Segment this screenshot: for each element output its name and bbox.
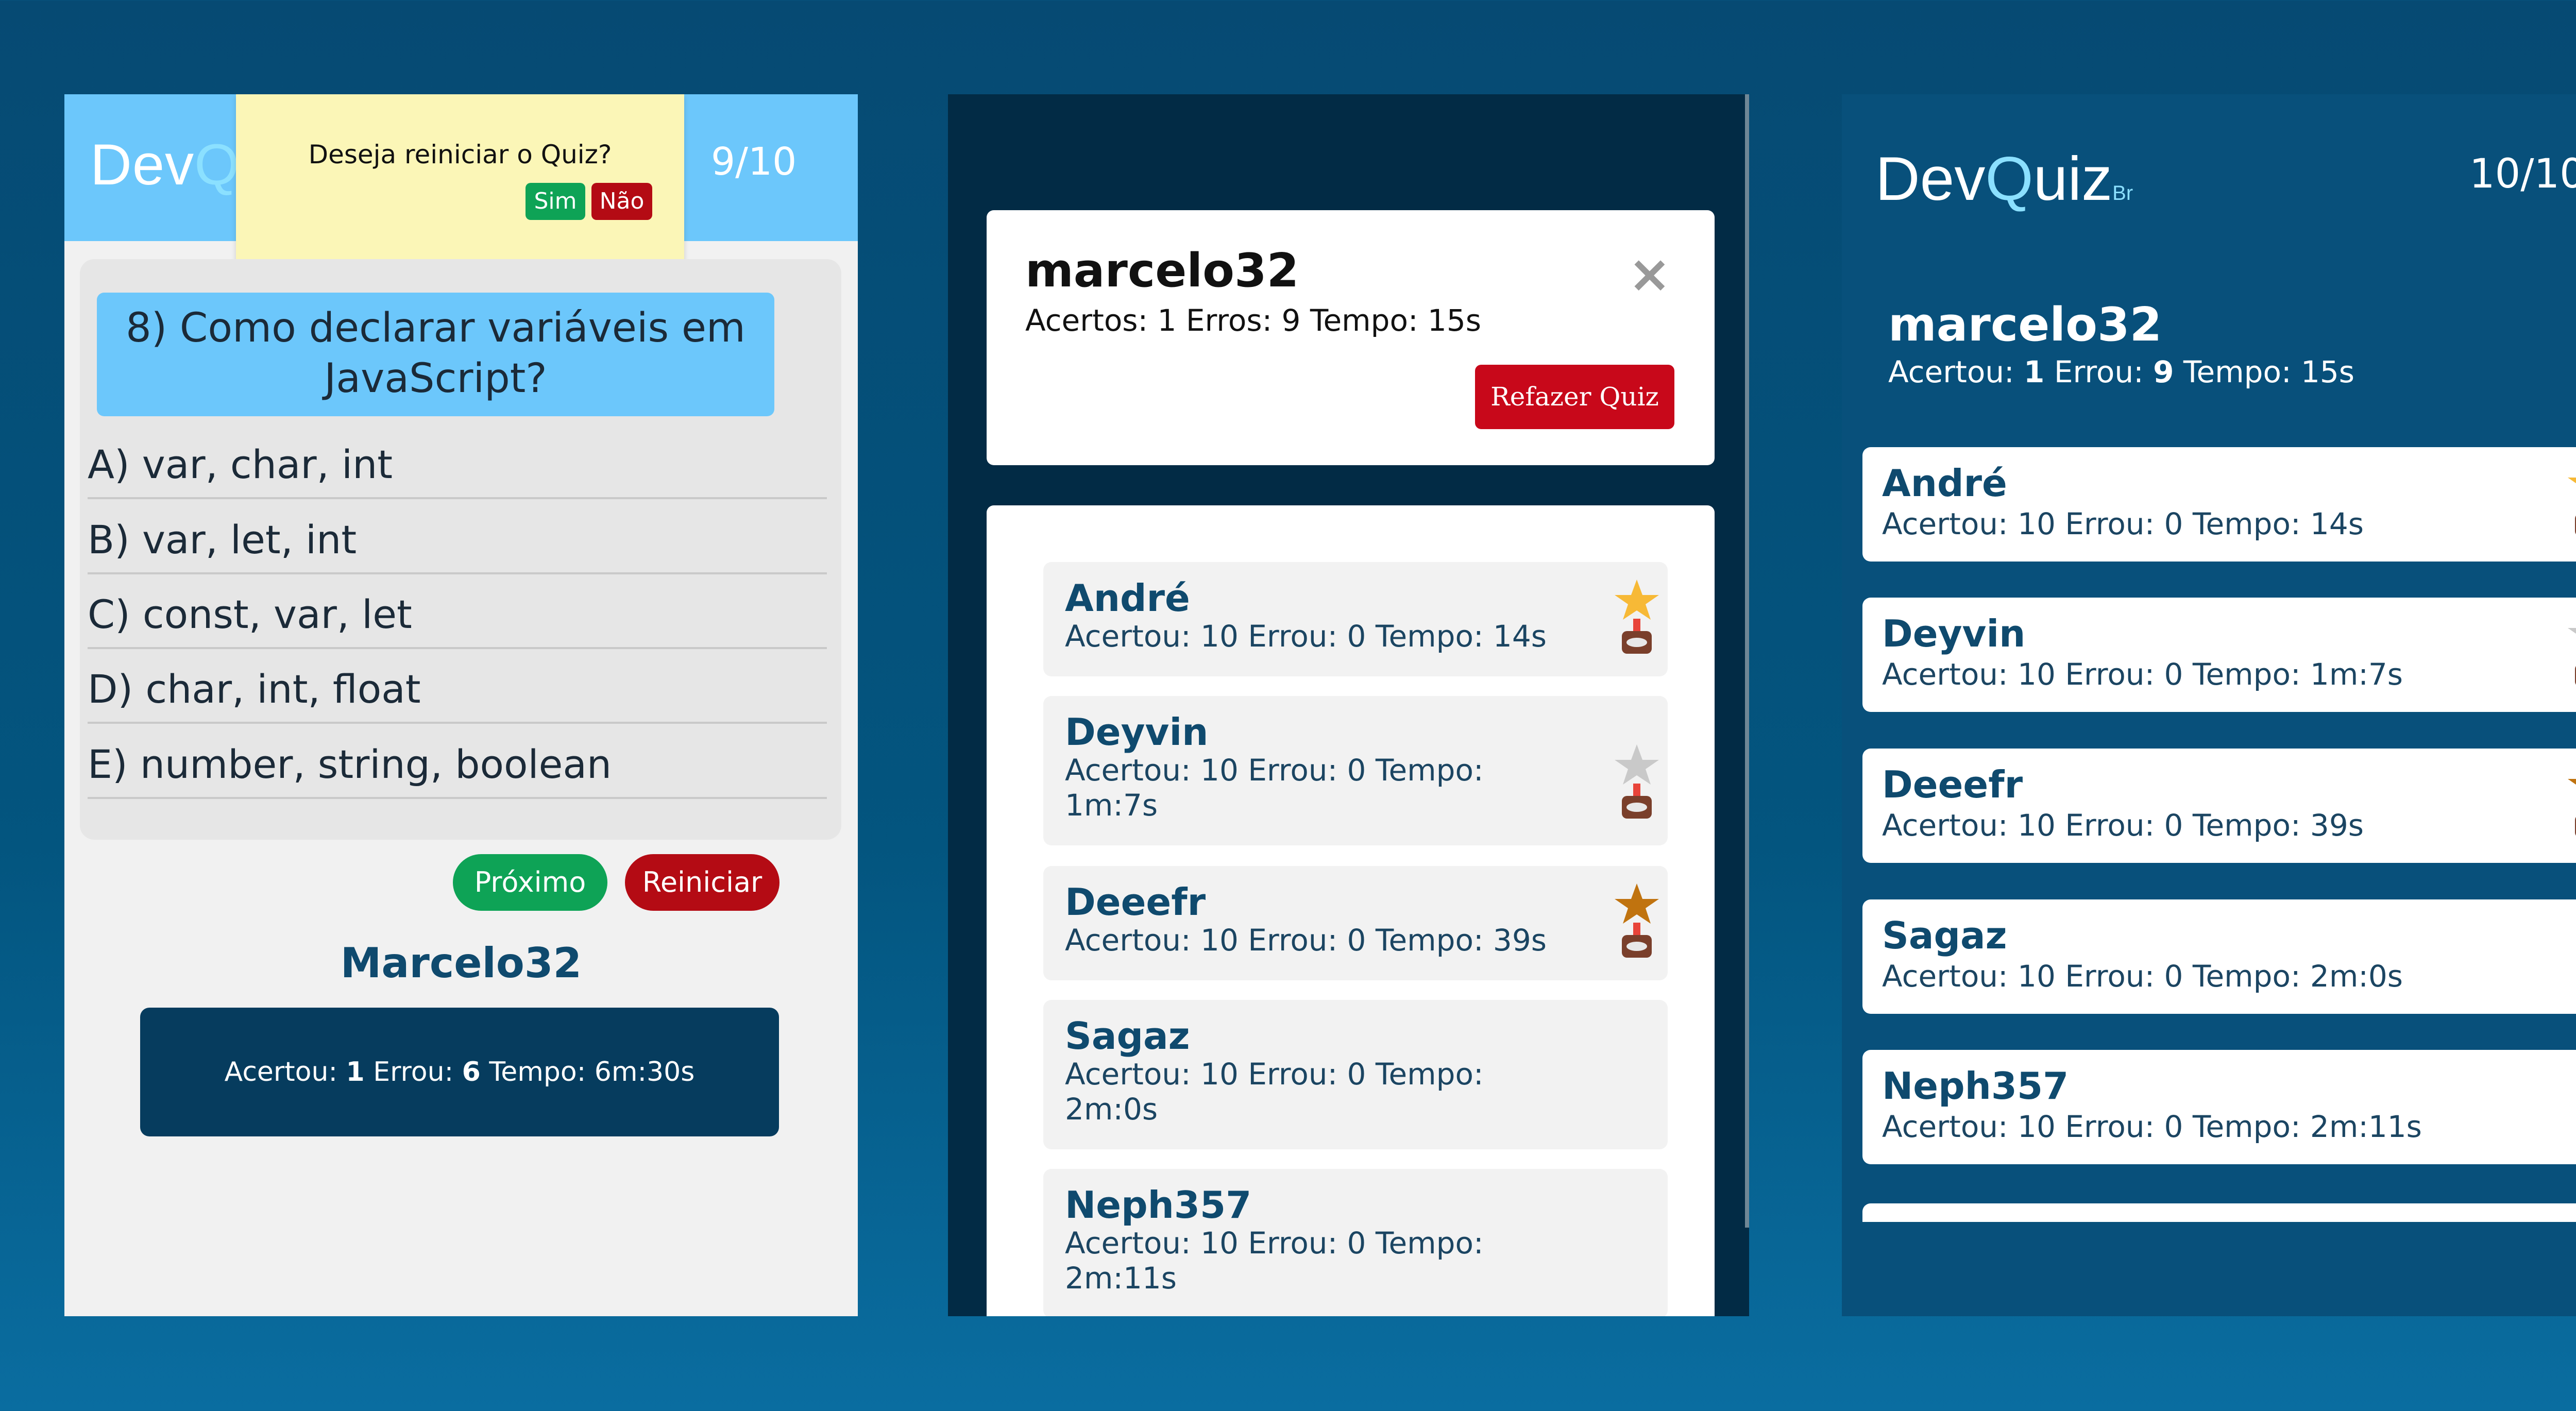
ranking-stats: Acertou: 10 Errou: 0 Tempo: 14s <box>1882 506 2364 541</box>
redo-quiz-button[interactable]: Refazer Quiz <box>1475 365 1674 429</box>
result-modal: marcelo32 Acertos: 1 Erros: 9 Tempo: 15s… <box>987 210 1715 465</box>
ranking-item: Deyvin Acertou: 10 Errou: 0 Tempo: 1m:7s <box>1862 598 2576 712</box>
ranking-stats: Acertou: 10 Errou: 0 Tempo: 1m:7s <box>1882 657 2403 692</box>
restart-button[interactable]: Reiniciar <box>625 854 779 911</box>
confirm-yes-button[interactable]: Sim <box>526 183 585 220</box>
bronze-trophy-icon <box>1615 883 1659 958</box>
ranking-item: André Acertou: 10 Errou: 0 Tempo: 14s <box>1862 447 2576 562</box>
ranking-list: André Acertou: 10 Errou: 0 Tempo: 14s De… <box>987 505 1715 1316</box>
silver-trophy-icon <box>2568 628 2576 685</box>
ranking-item: Deyvin Acertou: 10 Errou: 0 Tempo: 1m:7s <box>1043 696 1668 845</box>
ranking-stats: Acertou: 10 Errou: 0 Tempo: 2m:11s <box>1065 1226 1484 1296</box>
option-a[interactable]: A) var, char, int <box>88 431 827 499</box>
result-username: marcelo32 <box>1888 298 2162 352</box>
ranking-stats: Acertou: 10 Errou: 0 Tempo: 39s <box>1065 923 1547 958</box>
ranking-name: André <box>1065 576 1190 620</box>
ranking-name: Sagaz <box>1882 914 2007 957</box>
question-text: 8) Como declarar variáveis em JavaScript… <box>97 293 774 416</box>
option-d[interactable]: D) char, int, float <box>88 656 827 724</box>
confirm-message: Deseja reiniciar o Quiz? <box>308 140 612 169</box>
ranking-name: Neph357 <box>1065 1183 1252 1227</box>
option-e[interactable]: E) number, string, boolean <box>88 731 827 799</box>
ranking-name: Neph357 <box>1882 1064 2069 1108</box>
result-username: marcelo32 <box>1025 244 1299 298</box>
ranking-stats: Acertou: 10 Errou: 0 Tempo: 1m:7s <box>1065 753 1484 823</box>
ranking-stats: Acertou: 10 Errou: 0 Tempo: 39s <box>1882 808 2364 843</box>
question-counter: 10/10 <box>2469 151 2576 197</box>
silver-trophy-icon <box>1615 744 1659 819</box>
quiz-panel: DevQ 9/10 Deseja reiniciar o Quiz? Sim N… <box>64 94 858 1316</box>
result-modal-panel: marcelo32 Acertos: 1 Erros: 9 Tempo: 15s… <box>948 94 1749 1316</box>
bronze-trophy-icon <box>2568 779 2576 836</box>
gold-trophy-icon <box>1615 580 1659 654</box>
ranking-name: Deyvin <box>1065 710 1209 754</box>
ranking-item-partial <box>1862 1203 2576 1222</box>
close-icon[interactable]: × <box>1628 244 1671 304</box>
ranking-name: André <box>1882 462 2007 505</box>
ranking-stats: Acertou: 10 Errou: 0 Tempo: 14s <box>1065 619 1547 654</box>
ranking-name: Deyvin <box>1882 612 2026 655</box>
ranking-stats: Acertou: 10 Errou: 0 Tempo: 2m:0s <box>1882 959 2403 994</box>
logo: DevQ <box>90 132 240 197</box>
confirm-no-button[interactable]: Não <box>591 183 652 220</box>
username: Marcelo32 <box>340 939 582 987</box>
ranking-name: Deeefr <box>1882 763 2023 806</box>
option-c[interactable]: C) const, var, let <box>88 581 827 649</box>
result-stats: Acertos: 1 Erros: 9 Tempo: 15s <box>1025 303 1481 338</box>
ranking-item: Sagaz Acertou: 10 Errou: 0 Tempo: 2m:0s <box>1043 1000 1668 1149</box>
question-counter: 9/10 <box>711 140 797 184</box>
scrollbar[interactable] <box>1745 94 1749 1228</box>
ranking-item: Deeefr Acertou: 10 Errou: 0 Tempo: 39s <box>1862 749 2576 863</box>
ranking-stats: Acertou: 10 Errou: 0 Tempo: 2m:0s <box>1065 1057 1484 1127</box>
option-b[interactable]: B) var, let, int <box>88 506 827 574</box>
ranking-name: Deeefr <box>1065 880 1206 924</box>
gold-trophy-icon <box>2568 478 2576 534</box>
ranking-item: André Acertou: 10 Errou: 0 Tempo: 14s <box>1043 562 1668 676</box>
restart-confirm-popup: Deseja reiniciar o Quiz? Sim Não <box>236 94 684 277</box>
logo: DevQuizBr <box>1875 144 2133 213</box>
ranking-name: Sagaz <box>1065 1014 1190 1058</box>
ranking-item: Deeefr Acertou: 10 Errou: 0 Tempo: 39s <box>1043 866 1668 980</box>
score-summary: Acertou: 1 Errou: 6 Tempo: 6m:30s <box>140 1008 779 1136</box>
ranking-item: Sagaz Acertou: 10 Errou: 0 Tempo: 2m:0s <box>1862 899 2576 1014</box>
ranking-item: Neph357 Acertou: 10 Errou: 0 Tempo: 2m:1… <box>1862 1050 2576 1164</box>
result-stats: Acertou: 1 Errou: 9 Tempo: 15s <box>1888 354 2354 389</box>
ranking-stats: Acertou: 10 Errou: 0 Tempo: 2m:11s <box>1882 1109 2422 1144</box>
next-button[interactable]: Próximo <box>453 854 607 911</box>
final-results-panel: DevQuizBr 10/10 marcelo32 Acertou: 1 Err… <box>1842 94 2576 1316</box>
ranking-item: Neph357 Acertou: 10 Errou: 0 Tempo: 2m:1… <box>1043 1169 1668 1316</box>
